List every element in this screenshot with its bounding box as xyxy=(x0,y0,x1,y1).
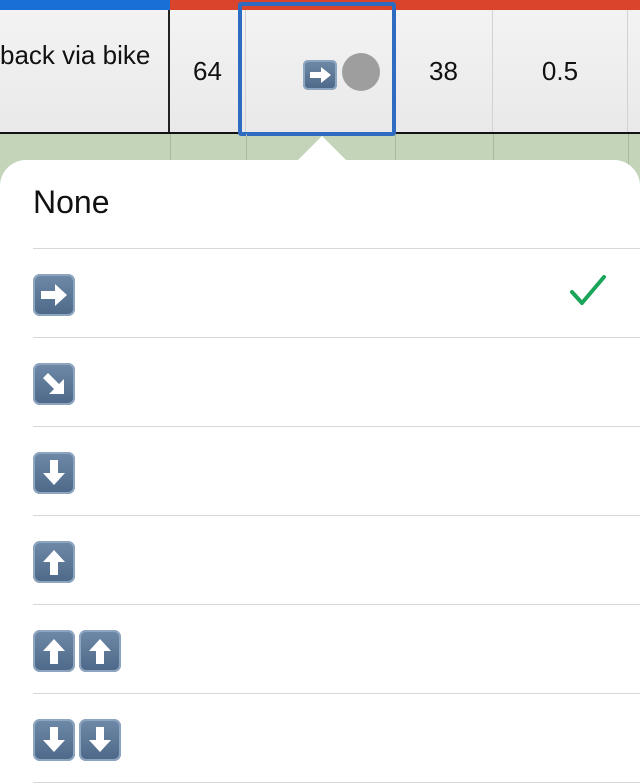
checkmark-icon xyxy=(568,274,608,313)
cell-value-2-text: 38 xyxy=(429,55,458,86)
down-arrow-icon xyxy=(33,719,75,761)
option-down-right-arrow[interactable] xyxy=(0,338,640,427)
right-arrow-icon xyxy=(33,274,75,316)
trend-picker-popover: None xyxy=(0,160,640,783)
up-arrow-icon xyxy=(79,630,121,672)
up-arrow-icon xyxy=(33,541,75,583)
option-down-arrow[interactable] xyxy=(0,427,640,516)
cell-activity-name-text: back via bike xyxy=(0,39,151,70)
option-double-down-arrow[interactable] xyxy=(0,694,640,783)
cell-value-1[interactable]: 64 xyxy=(170,10,246,132)
cell-value-3[interactable]: 0.5 xyxy=(493,10,628,132)
right-arrow-icon xyxy=(303,60,337,95)
up-arrow-icon xyxy=(33,630,75,672)
down-right-arrow-icon xyxy=(33,363,75,405)
cell-value-2[interactable]: 38 xyxy=(395,10,493,132)
down-arrow-icon xyxy=(79,719,121,761)
option-none[interactable]: None xyxy=(0,160,640,249)
cell-edge xyxy=(628,10,640,132)
down-arrow-icon xyxy=(33,452,75,494)
cell-value-3-text: 0.5 xyxy=(541,55,579,86)
header-strip-blue xyxy=(0,0,170,10)
status-dot xyxy=(342,53,380,91)
double-down-arrow-icon xyxy=(33,719,121,761)
popover-pointer xyxy=(297,136,347,161)
option-right-arrow[interactable] xyxy=(0,249,640,338)
cell-activity-name[interactable]: back via bike xyxy=(0,10,170,132)
cell-value-1-text: 64 xyxy=(193,55,222,86)
option-double-up-arrow[interactable] xyxy=(0,605,640,694)
option-up-arrow[interactable] xyxy=(0,516,640,605)
double-up-arrow-icon xyxy=(33,630,121,672)
option-none-label: None xyxy=(33,184,110,220)
